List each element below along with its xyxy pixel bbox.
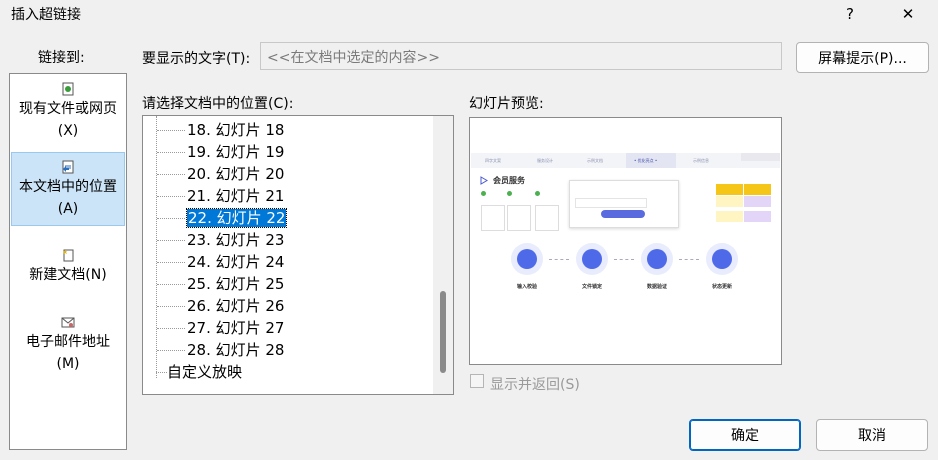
tree-item-slide[interactable]: 25. 幻灯片 25	[157, 273, 284, 295]
dialog-title: 插入超链接	[11, 7, 81, 23]
screentip-button[interactable]: 屏幕提示(P)...	[796, 42, 929, 73]
cancel-button[interactable]: 取消	[816, 419, 928, 451]
slide-step-label: 状态更新	[712, 284, 733, 290]
slide-heading: 会员服务	[493, 176, 525, 185]
slide-preview: 四字文案 服务设计 示例文档 • 优化亮点 • 示例信息 会员服务 输入校验 文件…	[469, 117, 782, 365]
tree-item-slide[interactable]: 22. 幻灯片 22	[157, 207, 288, 229]
ok-button[interactable]: 确定	[689, 419, 801, 451]
slide-tab: 四字文案	[485, 158, 501, 163]
tree-item-slide[interactable]: 27. 幻灯片 27	[157, 317, 284, 339]
tree-scrollbar[interactable]	[433, 116, 453, 394]
tree-item-slide[interactable]: 18. 幻灯片 18	[157, 119, 284, 141]
help-button[interactable]: ?	[828, 0, 872, 28]
slide-step-label: 数据验证	[647, 284, 668, 290]
sidebar-item-shortcut: (M)	[56, 356, 80, 372]
slide-tab: 服务设计	[537, 158, 553, 163]
slide-step-icon	[576, 243, 608, 275]
tree-item-slide[interactable]: 21. 幻灯片 21	[157, 185, 284, 207]
slide-step-arrow	[549, 259, 569, 260]
tree-guide-line	[156, 116, 157, 378]
sidebar-item-place-in-document[interactable]: 本文档中的位置 (A)	[11, 152, 125, 226]
sidebar-item-new-document[interactable]: 新建文档(N)	[11, 248, 125, 296]
tree-item-custom-show[interactable]: 自定义放映	[156, 361, 242, 383]
display-text-field[interactable]: <<在文档中选定的内容>>	[260, 42, 782, 70]
tree-item-slide[interactable]: 20. 幻灯片 20	[157, 163, 284, 185]
slide-thumbnail: 四字文案 服务设计 示例文档 • 优化亮点 • 示例信息 会员服务 输入校验 文件…	[471, 153, 780, 329]
slide-step-icon	[641, 243, 673, 275]
slide-tab: 示例文档	[587, 158, 603, 163]
link-to-sidebar: 现有文件或网页 (X) 本文档中的位置 (A) 新建文档(N) 电子邮件地址 (…	[9, 73, 127, 450]
tree-item-slide[interactable]: 24. 幻灯片 24	[157, 251, 284, 273]
slide-step-label: 文件锁定	[582, 284, 603, 290]
show-and-return-label: 显示并返回(S)	[490, 377, 580, 393]
sidebar-item-label: 本文档中的位置	[19, 179, 117, 195]
play-icon	[480, 176, 488, 185]
slide-tab: • 优化亮点 •	[634, 158, 658, 163]
email-icon	[61, 317, 75, 328]
slide-step-arrow	[679, 259, 699, 260]
sidebar-item-label: 电子邮件地址	[26, 334, 110, 350]
slide-step-icon	[511, 243, 543, 275]
slide-tab: 示例信息	[693, 158, 709, 163]
slide-preview-label: 幻灯片预览:	[469, 96, 544, 112]
close-button[interactable]: ✕	[886, 0, 930, 28]
sidebar-item-existing-file[interactable]: 现有文件或网页 (X)	[11, 82, 125, 150]
slide-step-icon	[706, 243, 738, 275]
display-text-label: 要显示的文字(T):	[142, 51, 251, 67]
sidebar-item-email-address[interactable]: 电子邮件地址 (M)	[11, 315, 125, 379]
new-document-icon	[63, 249, 74, 262]
document-place-icon	[62, 160, 74, 174]
web-page-icon	[62, 82, 74, 96]
slide-step-arrow	[614, 259, 634, 260]
location-tree[interactable]: 18. 幻灯片 18 19. 幻灯片 19 20. 幻灯片 20 21. 幻灯片 21…	[142, 115, 454, 395]
slide-step-label: 输入校验	[517, 284, 538, 290]
scrollbar-thumb[interactable]	[440, 291, 446, 373]
show-and-return-checkbox[interactable]	[470, 374, 484, 388]
tree-item-slide[interactable]: 19. 幻灯片 19	[157, 141, 284, 163]
tree-item-slide[interactable]: 28. 幻灯片 28	[157, 339, 284, 361]
tree-item-slide[interactable]: 26. 幻灯片 26	[157, 295, 284, 317]
sidebar-item-shortcut: (A)	[57, 201, 79, 217]
sidebar-item-shortcut: (X)	[57, 123, 79, 139]
sidebar-item-label: 现有文件或网页	[19, 101, 117, 117]
location-label: 请选择文档中的位置(C):	[142, 96, 294, 112]
link-to-label: 链接到:	[38, 50, 85, 66]
sidebar-item-label: 新建文档(N)	[29, 267, 107, 283]
tree-item-slide[interactable]: 23. 幻灯片 23	[157, 229, 284, 251]
